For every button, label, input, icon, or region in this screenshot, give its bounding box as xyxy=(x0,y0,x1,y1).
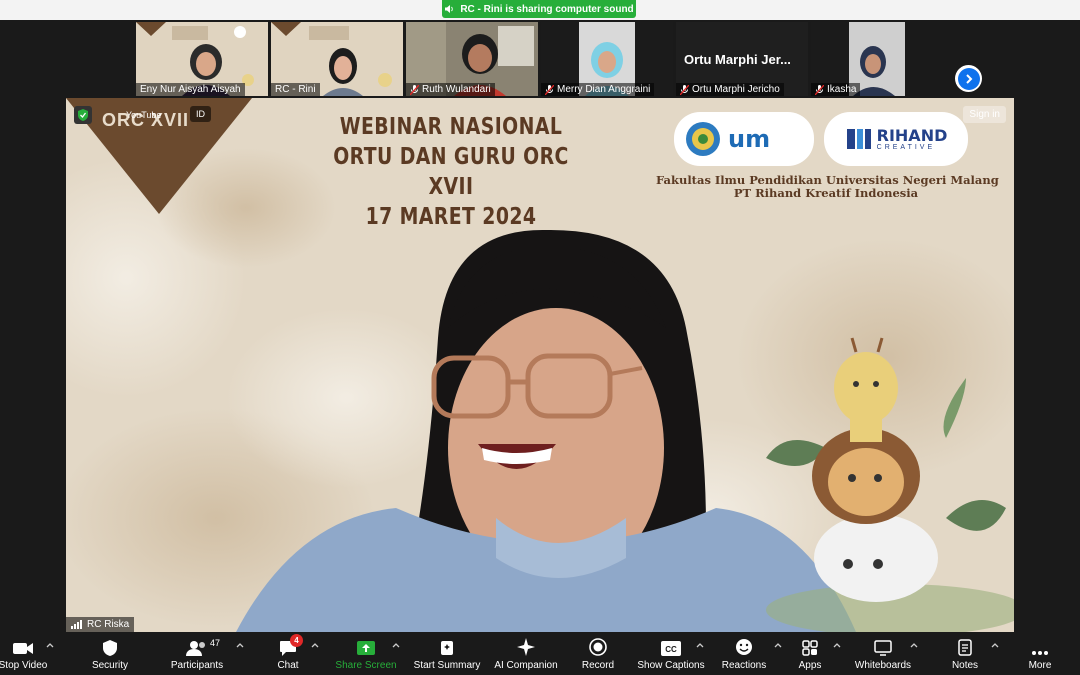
video-camera-icon xyxy=(13,643,33,654)
slide-title-line-1: WEBINAR NASIONAL xyxy=(339,114,563,140)
participant-display-name: Ortu Marphi Jer... xyxy=(684,52,791,67)
muted-mic-icon xyxy=(545,84,554,95)
rihand-logo: RIHAND CREATIVE xyxy=(824,112,968,166)
participants-options-caret-icon[interactable] xyxy=(236,642,244,648)
participant-name: Ruth Wulandari xyxy=(406,83,495,96)
muted-mic-icon xyxy=(410,84,419,95)
gallery-strip: Eny Nur Aisyah Aisyah RC - Rini Ruth Wul… xyxy=(0,20,1080,98)
whiteboard-icon xyxy=(874,640,892,656)
youtube-label: YouTube xyxy=(126,110,162,120)
university-seal-icon xyxy=(686,122,720,156)
whiteboards-button[interactable]: Whiteboards xyxy=(850,632,916,675)
video-options-caret-icon[interactable] xyxy=(46,642,54,648)
participant-tile[interactable]: Eny Nur Aisyah Aisyah xyxy=(136,22,268,96)
more-button[interactable]: More xyxy=(1022,632,1058,675)
organizer-lines: Fakultas Ilmu Pendidikan Universitas Neg… xyxy=(656,174,999,200)
sharing-sound-text: RC - Rini is sharing computer sound xyxy=(460,3,634,15)
main-video: ORC XVII YouTube ID Sign in WEBINAR NASI… xyxy=(66,98,1014,632)
participant-name: RC - Rini xyxy=(271,83,320,96)
participant-tile[interactable]: Ikasha xyxy=(811,22,905,96)
chevron-right-icon xyxy=(965,73,972,84)
participant-tile[interactable]: RC - Rini xyxy=(271,22,403,96)
muted-mic-icon xyxy=(815,84,824,95)
rihand-logo-text: RIHAND xyxy=(876,125,948,145)
sign-in-button[interactable]: Sign in xyxy=(963,106,1006,123)
apps-button[interactable]: Apps xyxy=(795,632,825,675)
captions-cc-icon: CC xyxy=(661,641,681,656)
organizer-line-2: PT Rihand Kreatif Indonesia xyxy=(733,186,919,200)
participant-name: Ikasha xyxy=(811,83,861,96)
participants-icon xyxy=(186,641,205,656)
security-button[interactable]: Security xyxy=(84,632,136,675)
rihand-mark-icon xyxy=(846,129,871,149)
notes-options-caret-icon[interactable] xyxy=(991,642,999,648)
um-logo: um xyxy=(674,112,814,166)
next-page-button[interactable] xyxy=(955,65,982,92)
record-icon xyxy=(589,638,607,656)
um-logo-text: um xyxy=(728,125,771,153)
slide-title-line-2: ORTU DAN GURU ORC XVII xyxy=(333,144,569,200)
show-captions-button[interactable]: CC Show Captions xyxy=(636,632,706,675)
captions-options-caret-icon[interactable] xyxy=(696,642,704,648)
participant-tile[interactable]: Ruth Wulandari xyxy=(406,22,538,96)
record-button[interactable]: Record xyxy=(577,632,619,675)
participant-name: Ortu Marphi Jericho xyxy=(676,83,784,96)
summary-document-icon xyxy=(441,641,453,655)
chat-options-caret-icon[interactable] xyxy=(311,642,319,648)
participant-name: Eny Nur Aisyah Aisyah xyxy=(136,83,245,96)
share-options-caret-icon[interactable] xyxy=(392,642,400,648)
slide-title: WEBINAR NASIONAL ORTU DAN GURU ORC XVII … xyxy=(286,112,616,232)
id-button[interactable]: ID xyxy=(190,106,211,122)
participant-tile[interactable]: Ortu Marphi Jer... Ortu Marphi Jericho xyxy=(676,22,808,96)
more-dots-icon xyxy=(1032,651,1048,655)
notes-icon xyxy=(958,639,972,656)
share-screen-button[interactable]: Share Screen xyxy=(334,632,398,675)
notes-button[interactable]: Notes xyxy=(946,632,984,675)
meeting-toolbar: Stop Video Security Participants 47 Chat… xyxy=(0,632,1080,675)
smiley-face-icon xyxy=(736,639,752,655)
apps-options-caret-icon[interactable] xyxy=(833,642,841,648)
apps-grid-icon xyxy=(802,640,818,656)
ai-companion-button[interactable]: AI Companion xyxy=(490,632,562,675)
share-screen-icon xyxy=(357,641,375,655)
speaker-icon xyxy=(445,5,454,13)
speaker-name-label: RC Riska xyxy=(66,617,135,632)
encryption-shield-icon[interactable] xyxy=(74,106,92,124)
sharing-sound-banner[interactable]: RC - Rini is sharing computer sound xyxy=(442,0,636,18)
signal-bars-icon xyxy=(71,620,82,629)
reactions-options-caret-icon[interactable] xyxy=(774,642,782,648)
muted-mic-icon xyxy=(680,84,689,95)
participant-tile[interactable]: Merry Dian Anggraini xyxy=(541,22,673,96)
start-summary-button[interactable]: Start Summary xyxy=(411,632,483,675)
whiteboards-options-caret-icon[interactable] xyxy=(910,642,918,648)
rihand-logo-sub: CREATIVE xyxy=(876,143,936,151)
participant-name: Merry Dian Anggraini xyxy=(541,83,655,96)
participants-button[interactable]: Participants xyxy=(164,632,230,675)
reactions-button[interactable]: Reactions xyxy=(718,632,770,675)
svg-text:CC: CC xyxy=(665,645,677,654)
shield-icon xyxy=(103,640,117,656)
ai-sparkle-icon xyxy=(517,638,535,656)
chat-unread-badge: 4 xyxy=(290,634,303,647)
stop-video-button[interactable]: Stop Video xyxy=(0,632,52,675)
slide-title-line-3: 17 MARET 2024 xyxy=(365,204,537,230)
participants-count: 47 xyxy=(210,638,221,648)
